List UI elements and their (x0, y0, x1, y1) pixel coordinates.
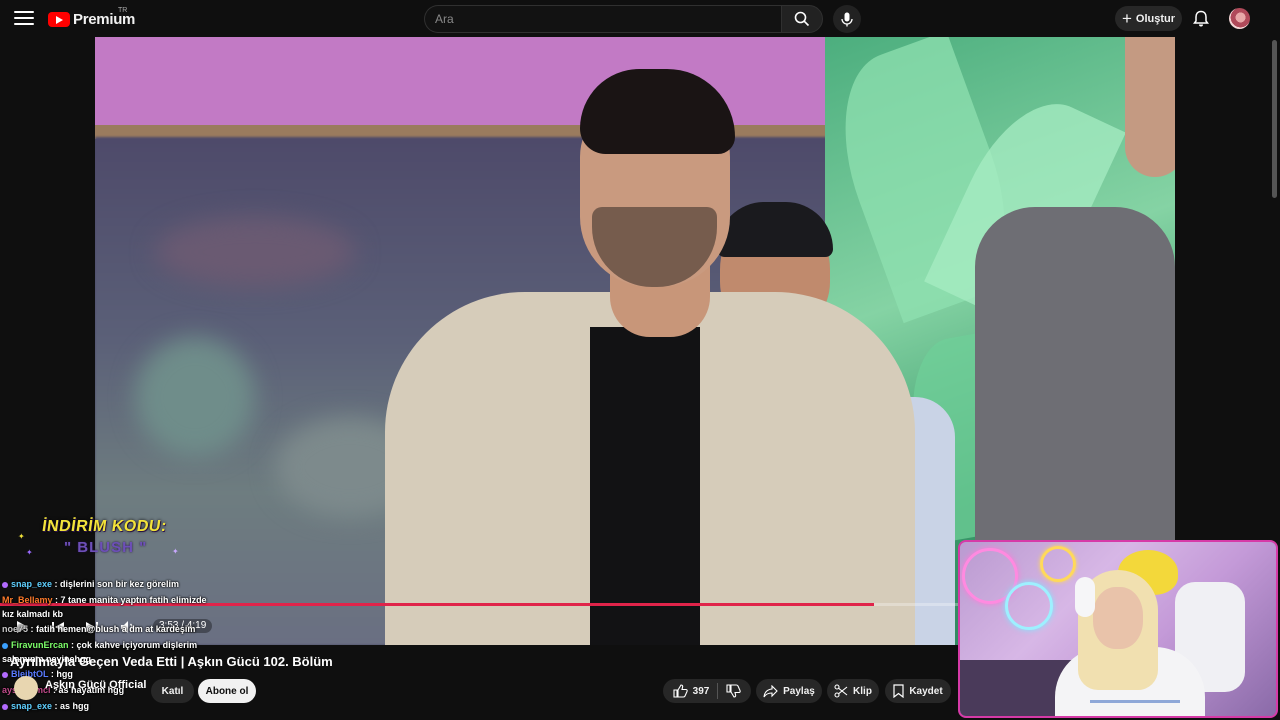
video-title: Ayrılmayla Geçen Veda Etti | Aşkın Gücü … (10, 654, 333, 669)
channel-avatar[interactable] (14, 676, 38, 700)
thumbs-down-icon (726, 684, 742, 698)
clip-label: Klip (853, 685, 872, 697)
like-count: 397 (692, 685, 710, 697)
share-icon (763, 684, 778, 697)
chat-message: Mr_Bellamy : 7 tane manita yaptın fatih … (2, 595, 207, 605)
sparkle-icon: ✦ (172, 547, 179, 556)
dislike-button[interactable] (726, 684, 742, 698)
scissors-icon (834, 684, 848, 698)
chat-badge-icon (2, 703, 8, 710)
share-label: Paylaş (783, 685, 815, 697)
search-button[interactable] (781, 5, 823, 33)
join-button[interactable]: Katıl (151, 679, 194, 703)
chat-text: hgg (56, 669, 73, 679)
save-button[interactable]: Kaydet (885, 679, 951, 703)
chat-username: FiravunErcan (11, 640, 69, 650)
bookmark-icon (893, 684, 904, 698)
chat-message: snap_exe : dişlerini son bir kez görelim (2, 576, 282, 592)
chat-message: kız kalmadı kb (2, 608, 282, 621)
chat-text: kız kalmadı kb (2, 609, 64, 619)
chat-badge-icon (2, 671, 8, 678)
streamer-webcam (958, 540, 1278, 718)
youtube-premium-logo[interactable]: Premium TR (48, 7, 135, 28)
account-avatar[interactable] (1229, 8, 1250, 29)
create-button[interactable]: + Oluştur (1115, 6, 1182, 31)
microphone-icon (841, 12, 853, 26)
sparkle-icon: ✦ (26, 548, 33, 557)
chat-username: snap_exe (11, 579, 53, 589)
save-label: Kaydet (909, 685, 943, 697)
clip-button[interactable]: Klip (827, 679, 879, 703)
chat-badge-icon (2, 581, 8, 588)
menu-icon[interactable] (14, 11, 34, 26)
chat-badge-icon (2, 642, 8, 649)
search-input[interactable] (425, 6, 775, 32)
youtube-play-icon (48, 11, 70, 27)
like-dislike-group: 397 (663, 679, 751, 703)
search-icon (794, 11, 810, 27)
create-label: Oluştur (1135, 12, 1176, 25)
chat-username: snap_exe (11, 701, 53, 711)
subscribe-button[interactable]: Abone ol (198, 679, 256, 703)
channel-name[interactable]: Aşkın Gücü Official (45, 679, 146, 691)
voice-search-button[interactable] (833, 5, 861, 33)
subscribe-label: Abone ol (205, 685, 249, 697)
chat-message: FiravunErcan : çok kahve içiyorum dişler… (2, 637, 282, 653)
share-button[interactable]: Paylaş (756, 679, 822, 703)
chat-username: Mr_Bellamy (2, 595, 53, 605)
search-box (424, 5, 782, 33)
notifications-bell-icon[interactable] (1191, 9, 1211, 29)
join-label: Katıl (161, 685, 184, 697)
chat-username: noe75 (2, 624, 29, 634)
region-code: TR (118, 7, 128, 14)
promo-code-title: İNDİRİM KODU: (40, 518, 168, 535)
chat-text: dişlerini son bir kez görelim (60, 579, 180, 589)
top-bar: Premium TR + Oluştur (0, 0, 1280, 37)
scrollbar-thumb[interactable] (1272, 40, 1277, 198)
chat-text: çok kahve içiyorum dişlerim (76, 640, 198, 650)
chat-text: fatih hemen@blush a dm at kardeşim (36, 624, 196, 634)
like-button[interactable]: 397 (673, 684, 710, 698)
plus-icon: + (1121, 8, 1132, 28)
chat-text: as hgg (60, 701, 90, 711)
chat-message: noe75 : fatih hemen@blush a dm at kardeş… (2, 624, 196, 634)
promo-code-value: " BLUSH " (64, 539, 148, 556)
sparkle-icon: ✦ (18, 532, 25, 541)
thumbs-up-icon (673, 684, 688, 698)
chat-text: 7 tane manita yaptın fatih elimizde (60, 595, 207, 605)
